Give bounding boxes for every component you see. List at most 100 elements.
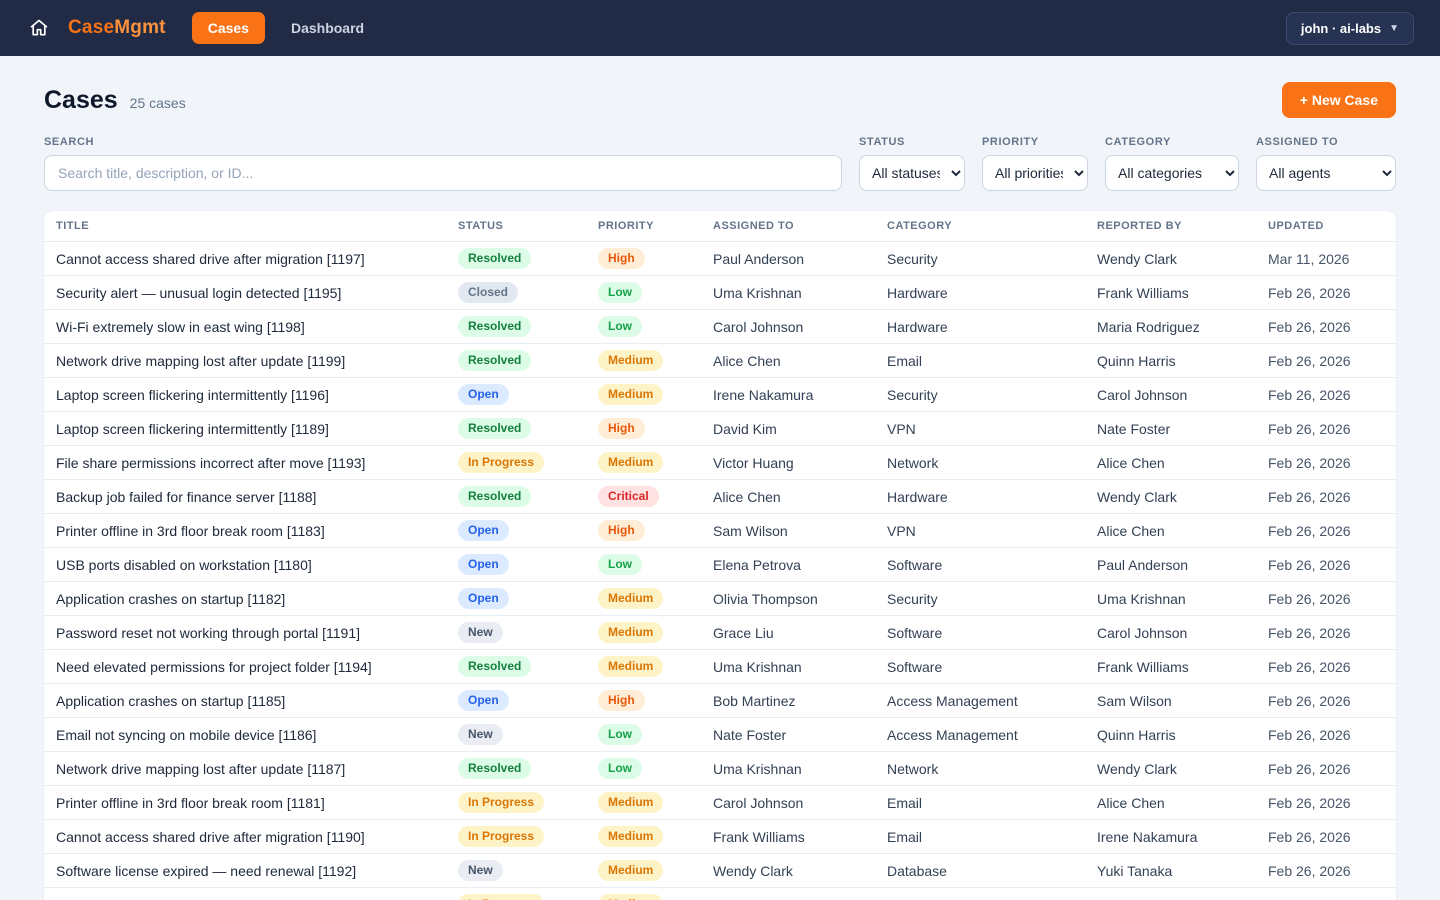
table-row[interactable]: Cannot access shared drive after migrati… — [44, 241, 1396, 275]
case-assigned-to: Alice Chen — [701, 353, 875, 369]
table-row[interactable]: Software license expired — need renewal … — [44, 853, 1396, 887]
case-category: Email — [875, 795, 1085, 811]
new-case-button[interactable]: + New Case — [1282, 82, 1396, 118]
priority-badge: Low — [598, 316, 642, 336]
table-row[interactable]: Network drive mapping lost after update … — [44, 751, 1396, 785]
case-title: USB ports disabled on workstation [1180] — [44, 557, 446, 573]
table-row[interactable]: Need elevated permissions for project fo… — [44, 649, 1396, 683]
status-badge: Open — [458, 588, 509, 608]
case-assigned-to: Olivia Thompson — [701, 591, 875, 607]
case-reported-by: Wendy Clark — [1085, 251, 1256, 267]
category-filter-select[interactable]: All categories — [1105, 155, 1239, 191]
nav-tab-dashboard[interactable]: Dashboard — [275, 12, 380, 44]
case-updated-date: Feb 26, 2026 — [1256, 455, 1396, 471]
nav-tab-cases[interactable]: Cases — [192, 12, 265, 44]
status-filter-label: Status — [859, 136, 965, 148]
table-row[interactable]: File share permissions incorrect after m… — [44, 445, 1396, 479]
case-status-cell: Resolved — [446, 758, 586, 778]
cases-table: Title Status Priority Assigned To Catego… — [44, 211, 1396, 900]
priority-badge: Low — [598, 282, 642, 302]
case-reported-by: Frank Williams — [1085, 659, 1256, 675]
case-status-cell: Resolved — [446, 350, 586, 370]
table-row[interactable]: Email not syncing on mobile device [1186… — [44, 717, 1396, 751]
priority-badge: Low — [598, 554, 642, 574]
filter-category-group: Category All categories — [1105, 136, 1239, 191]
table-row[interactable]: Printer offline in 3rd floor break room … — [44, 785, 1396, 819]
case-title: Email not syncing on mobile device [1186… — [44, 727, 446, 743]
case-status-cell: In Progress — [446, 452, 586, 472]
case-title: Password reset not working through porta… — [44, 625, 446, 641]
table-row[interactable]: Cannot access shared drive after migrati… — [44, 819, 1396, 853]
case-updated-date: Feb 26, 2026 — [1256, 319, 1396, 335]
case-updated-date: Feb 26, 2026 — [1256, 523, 1396, 539]
case-title: Software license expired — need renewal … — [44, 863, 446, 879]
table-row[interactable]: Printer offline in 3rd floor break room … — [44, 513, 1396, 547]
case-updated-date: Feb 26, 2026 — [1256, 591, 1396, 607]
top-navbar: CaseMgmt Cases Dashboard john · ai-labs … — [0, 0, 1440, 56]
table-row[interactable]: Password reset not working through porta… — [44, 615, 1396, 649]
user-menu-button[interactable]: john · ai-labs ▼ — [1286, 12, 1414, 45]
column-header-priority: Priority — [586, 220, 701, 232]
search-input[interactable] — [44, 155, 842, 191]
case-reported-by: Alice Chen — [1085, 523, 1256, 539]
case-priority-cell: Medium — [586, 622, 701, 642]
case-status-cell: New — [446, 860, 586, 880]
table-row[interactable]: USB ports disabled on workstation [1180]… — [44, 547, 1396, 581]
case-title: Network drive mapping lost after update … — [44, 353, 446, 369]
case-title: Laptop screen flickering intermittently … — [44, 387, 446, 403]
case-priority-cell: Low — [586, 758, 701, 778]
table-row[interactable]: Security alert — unusual login detected … — [44, 275, 1396, 309]
case-title: Need elevated permissions for project fo… — [44, 659, 446, 675]
case-category: Network — [875, 897, 1085, 900]
case-category: Security — [875, 591, 1085, 607]
case-status-cell: Resolved — [446, 656, 586, 676]
case-status-cell: Resolved — [446, 486, 586, 506]
status-filter-select[interactable]: All statuses — [859, 155, 965, 191]
home-icon[interactable] — [26, 15, 52, 41]
case-priority-cell: Low — [586, 316, 701, 336]
status-badge: Resolved — [458, 350, 531, 370]
case-category: Security — [875, 251, 1085, 267]
case-assigned-to: Grace Liu — [701, 625, 875, 641]
priority-badge: High — [598, 520, 645, 540]
case-category: Email — [875, 353, 1085, 369]
table-row[interactable]: Application crashes on startup [1185] Op… — [44, 683, 1396, 717]
filter-status-group: Status All statuses — [859, 136, 965, 191]
case-category: Software — [875, 625, 1085, 641]
case-reported-by: Quinn Harris — [1085, 353, 1256, 369]
case-category: Access Management — [875, 727, 1085, 743]
case-reported-by: Quinn Harris — [1085, 727, 1256, 743]
case-assigned-to: Bob Martinez — [701, 693, 875, 709]
case-assigned-to: Carol Johnson — [701, 795, 875, 811]
priority-badge: Critical — [598, 486, 659, 506]
brand-part-1: Case — [68, 17, 114, 38]
table-row[interactable]: Backup job failed for finance server [11… — [44, 479, 1396, 513]
table-row[interactable]: Network drive mapping lost after update … — [44, 343, 1396, 377]
status-badge: Resolved — [458, 758, 531, 778]
table-row[interactable]: Laptop screen flickering intermittently … — [44, 377, 1396, 411]
case-category: Software — [875, 557, 1085, 573]
priority-badge: High — [598, 248, 645, 268]
case-category: Hardware — [875, 489, 1085, 505]
case-status-cell: New — [446, 724, 586, 744]
case-assigned-to: Paul Anderson — [701, 251, 875, 267]
case-updated-date: Feb 26, 2026 — [1256, 489, 1396, 505]
case-title: Security alert — unusual login detected … — [44, 285, 446, 301]
table-row[interactable]: Laptop screen flickering intermittently … — [44, 411, 1396, 445]
case-priority-cell: Medium — [586, 792, 701, 812]
case-title: Cannot access shared drive after migrati… — [44, 251, 446, 267]
priority-badge: High — [598, 418, 645, 438]
page-header: Cases 25 cases + New Case — [44, 82, 1396, 118]
status-badge: In Progress — [458, 826, 544, 846]
status-badge: Closed — [458, 282, 518, 302]
status-badge: New — [458, 622, 503, 642]
priority-filter-select[interactable]: All priorities — [982, 155, 1088, 191]
table-row[interactable]: Badge reader not working at south entran… — [44, 887, 1396, 900]
status-badge: Open — [458, 384, 509, 404]
case-category: VPN — [875, 523, 1085, 539]
assigned-filter-select[interactable]: All agents — [1256, 155, 1396, 191]
table-row[interactable]: Wi-Fi extremely slow in east wing [1198]… — [44, 309, 1396, 343]
status-badge: New — [458, 724, 503, 744]
case-updated-date: Feb 26, 2026 — [1256, 795, 1396, 811]
table-row[interactable]: Application crashes on startup [1182] Op… — [44, 581, 1396, 615]
